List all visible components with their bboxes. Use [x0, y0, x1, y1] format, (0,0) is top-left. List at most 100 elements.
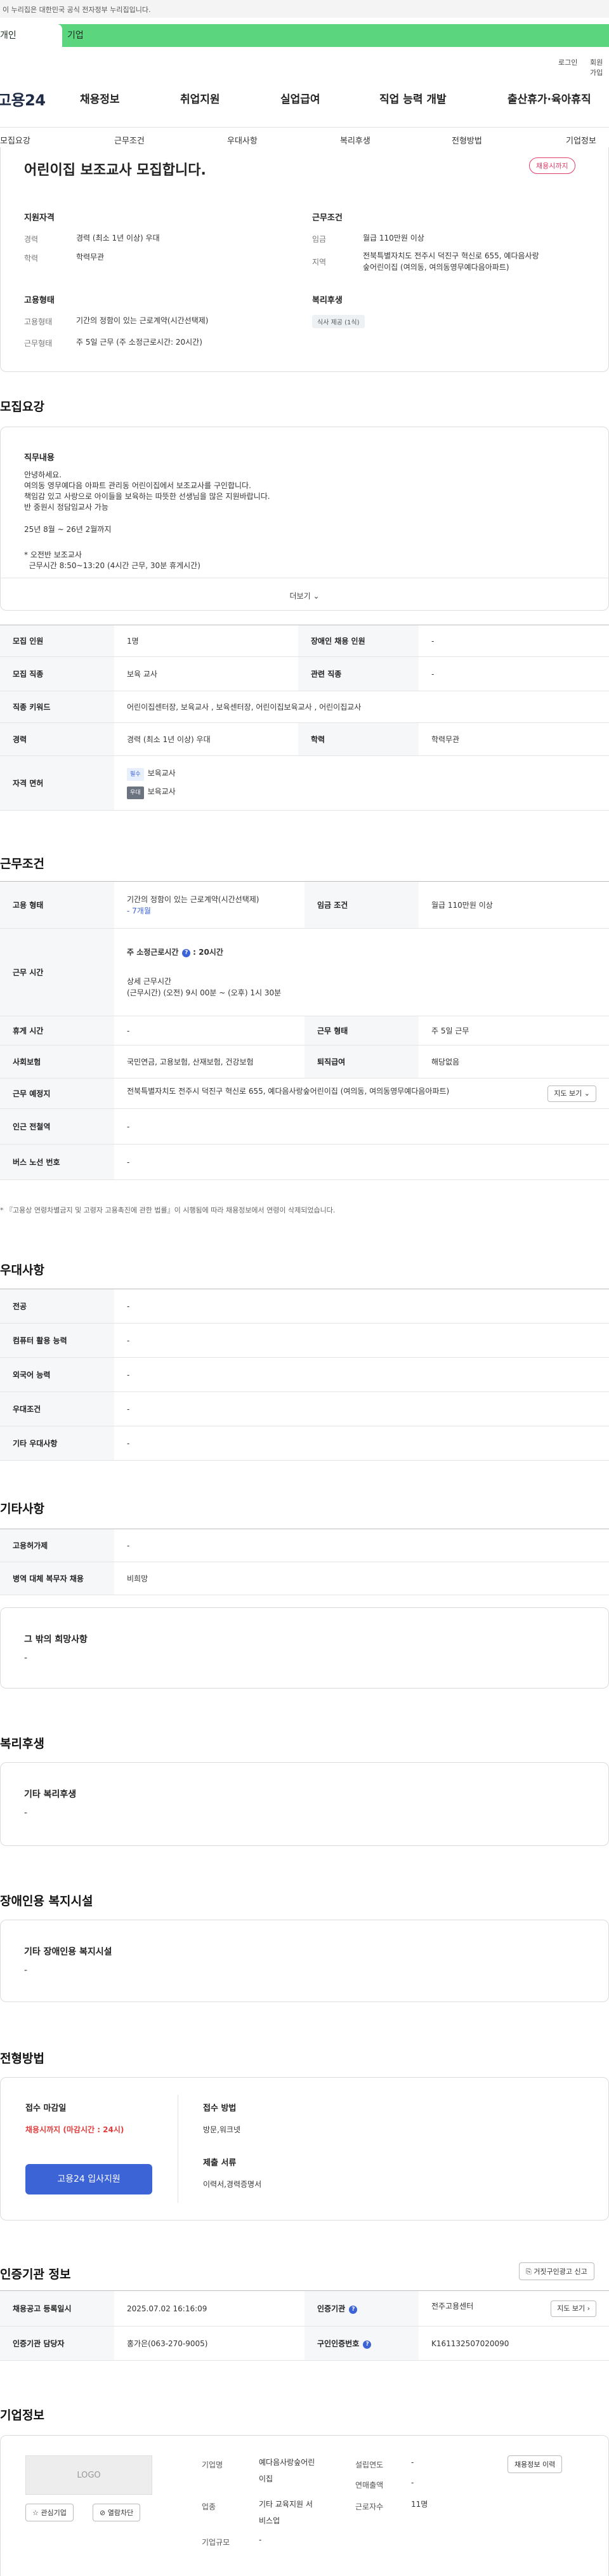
agency-map-button[interactable]: 지도 보기 › [551, 2300, 596, 2317]
career-label: 경력 [0, 722, 114, 756]
agency-map-label: 지도 보기 [557, 2304, 586, 2313]
report-icon: ⎘ [526, 2267, 532, 2276]
job-history-button[interactable]: 채용정보 이력 [508, 2455, 563, 2473]
license-label: 자격 면허 [0, 755, 114, 811]
industry-value-2: 비스업 [259, 2516, 280, 2525]
summary-edu-label: 학력 [24, 254, 39, 263]
welfare-box [0, 1762, 609, 1846]
report-fake-ad-button[interactable]: ⎘ 거짓구인광고 신고 [519, 2262, 594, 2280]
section-title-conditions: 근무조건 [0, 857, 44, 871]
emptype-value: 기간의 정함이 있는 근로계약(시간선택제) - 7개월 [114, 881, 304, 929]
summary-emptype-label: 고용형태 [24, 317, 53, 326]
age-notice: * 『고용상 연령차별금지 및 고령자 고용촉진에 관한 법률』이 시행됨에 따… [0, 1206, 336, 1214]
disability-value: - [24, 1965, 28, 1975]
info-icon[interactable]: ? [182, 948, 191, 957]
tab-company[interactable]: 기업 [67, 24, 84, 47]
company-size-label: 기업규모 [202, 2538, 230, 2547]
section-nav-recruit[interactable]: 모집요강 [0, 134, 30, 146]
section-nav-company[interactable]: 기업정보 [566, 134, 596, 146]
keyword-label: 직종 키워드 [0, 691, 114, 723]
chevron-down-icon: ⌄ [584, 1089, 590, 1098]
tab-personal[interactable]: 개인 [0, 24, 62, 47]
login-link[interactable]: 로그인 [558, 57, 577, 67]
summary-career-value: 경력 (최소 1년 이상) 우대 [76, 234, 160, 242]
break-label: 휴게 시간 [0, 1016, 114, 1046]
related-job-label: 관련 직종 [298, 656, 419, 691]
gnb-parental-leave[interactable]: 출산휴가·육아휴직 [508, 90, 591, 106]
method-value: 방문,워크넷 [203, 2125, 241, 2134]
extra-wishes-label: 그 밖의 희망사항 [24, 1635, 88, 1645]
apply-button[interactable]: 고용24 입사지원 [25, 2164, 152, 2194]
more-label: 더보기 [289, 592, 311, 601]
gnb-skill-development[interactable]: 직업 능력 개발 [379, 90, 447, 106]
job-description-line: * 오전반 보조교사 [24, 550, 82, 559]
insurance-value: 국민연금, 고용보험, 산재보험, 건강보험 [114, 1045, 304, 1079]
section-nav-preferences[interactable]: 우대사항 [227, 134, 258, 146]
section-title-recruit: 모집요강 [0, 400, 44, 414]
signup-link[interactable]: 회원가입 [590, 57, 609, 77]
pref-computer-value: - [114, 1323, 609, 1358]
map-button[interactable]: 지도 보기 ⌄ [547, 1085, 596, 1102]
place-value: 지도 보기 ⌄ 전북특별자치도 전주시 덕진구 혁신로 655, 예다음사랑숲어린… [114, 1078, 609, 1109]
preferences-table: 전공 - 컴퓨터 활용 능력 - 외국어 능력 - 우대조건 - 기타 우대사항 - [0, 1289, 609, 1461]
company-name-label: 기업명 [202, 2460, 223, 2469]
gnb-jobs[interactable]: 채용정보 [80, 90, 120, 106]
hours-detail-value: (근무시간) (오전) 9시 00분 ~ (오후) 1시 30분 [127, 988, 282, 997]
military-service-label: 병역 대체 복무자 채용 [0, 1562, 114, 1595]
welfare-label: 기타 복리후생 [24, 1789, 77, 1800]
founded-value: - [411, 2458, 414, 2467]
job-description-line: 안녕하세요. [24, 470, 62, 479]
summary-region-label: 지역 [312, 258, 327, 267]
job-description-box [0, 427, 609, 611]
agency-table: 채용공고 등록일시 2025.07.02 16:16:09 인증기관 ? 지도 … [0, 2290, 609, 2361]
chevron-right-icon: › [587, 2304, 590, 2313]
job-description-heading: 직무내용 [24, 453, 55, 463]
cert-number-label-text: 구인인증번호 [317, 2339, 360, 2348]
license-preferred-value: 보육교사 [147, 787, 176, 796]
founded-label: 설립연도 [355, 2460, 384, 2469]
info-icon[interactable]: ? [349, 2305, 358, 2314]
cert-number-label: 구인인증번호 ? [304, 2326, 419, 2361]
info-icon[interactable]: ? [363, 2340, 372, 2349]
pref-computer-label: 컴퓨터 활용 능력 [0, 1323, 114, 1358]
hours-detail-title: 상세 근무시간 [127, 976, 172, 986]
job-description-line: 여의동 영무예다음 아파트 관리동 어린이집에서 보조교사를 구인합니다. [24, 481, 251, 490]
company-size-value: - [259, 2535, 262, 2544]
gnb-unemployment-benefit[interactable]: 실업급여 [280, 90, 320, 106]
form-label: 근무 형태 [304, 1016, 419, 1046]
block-company-button[interactable]: ⊘ 열람차단 [93, 2504, 141, 2521]
jobtype-value: 보육 교사 [114, 656, 298, 691]
reg-date-label: 채용공고 등록일시 [0, 2290, 114, 2327]
section-nav-selection[interactable]: 전형방법 [452, 134, 482, 146]
severance-label: 퇴직급여 [304, 1045, 419, 1079]
gnb-employment-support[interactable]: 취업지원 [180, 90, 220, 106]
hours-label: 근무 시간 [0, 928, 114, 1016]
company-name-value-1: 예다음사랑숲어린 [259, 2458, 315, 2467]
favorite-company-button[interactable]: ☆ 관심기업 [25, 2504, 74, 2521]
more-button[interactable]: 더보기 ⌄ [0, 590, 609, 601]
industry-value-1: 기타 교육지원 서 [259, 2500, 313, 2509]
place-address: 전북특별자치도 전주시 덕진구 혁신로 655, 예다음사랑숲어린이집 (여의동… [127, 1086, 450, 1096]
work-permit-label: 고용허가제 [0, 1529, 114, 1562]
revenue-label: 연매출액 [355, 2481, 384, 2490]
section-nav-conditions[interactable]: 근무조건 [114, 134, 145, 146]
section-title-agency: 인증기관 정보 [0, 2267, 71, 2281]
chevron-down-icon: ⌄ [313, 592, 320, 601]
emptype-label: 고용 형태 [0, 881, 114, 929]
summary-edu-value: 학력무관 [76, 253, 105, 262]
employees-value: 11명 [411, 2500, 428, 2509]
employees-label: 근로자수 [355, 2502, 384, 2511]
pref-language-label: 외국어 능력 [0, 1357, 114, 1392]
section-nav-welfare[interactable]: 복리후생 [340, 134, 370, 146]
hours-main-value: : 20시간 [193, 947, 223, 957]
site-logo[interactable]: 고용24 [0, 88, 46, 110]
other-table: 고용허가제 - 병역 대체 복무자 채용 비희망 [0, 1529, 609, 1595]
welfare-value: - [24, 1808, 28, 1818]
section-title-disability: 장애인용 복지시설 [0, 1894, 93, 1908]
summary-qual-heading: 지원자격 [24, 213, 55, 223]
reg-date-value: 2025.07.02 16:16:09 [114, 2290, 304, 2327]
job-description-line: 반 중원시 정담임교사 가능 [24, 503, 108, 512]
extra-wishes-value: - [24, 1653, 28, 1663]
cert-number-value: K161132507020090 [419, 2326, 609, 2361]
license-value: 필수 보육교사 우대 보육교사 [114, 755, 609, 811]
